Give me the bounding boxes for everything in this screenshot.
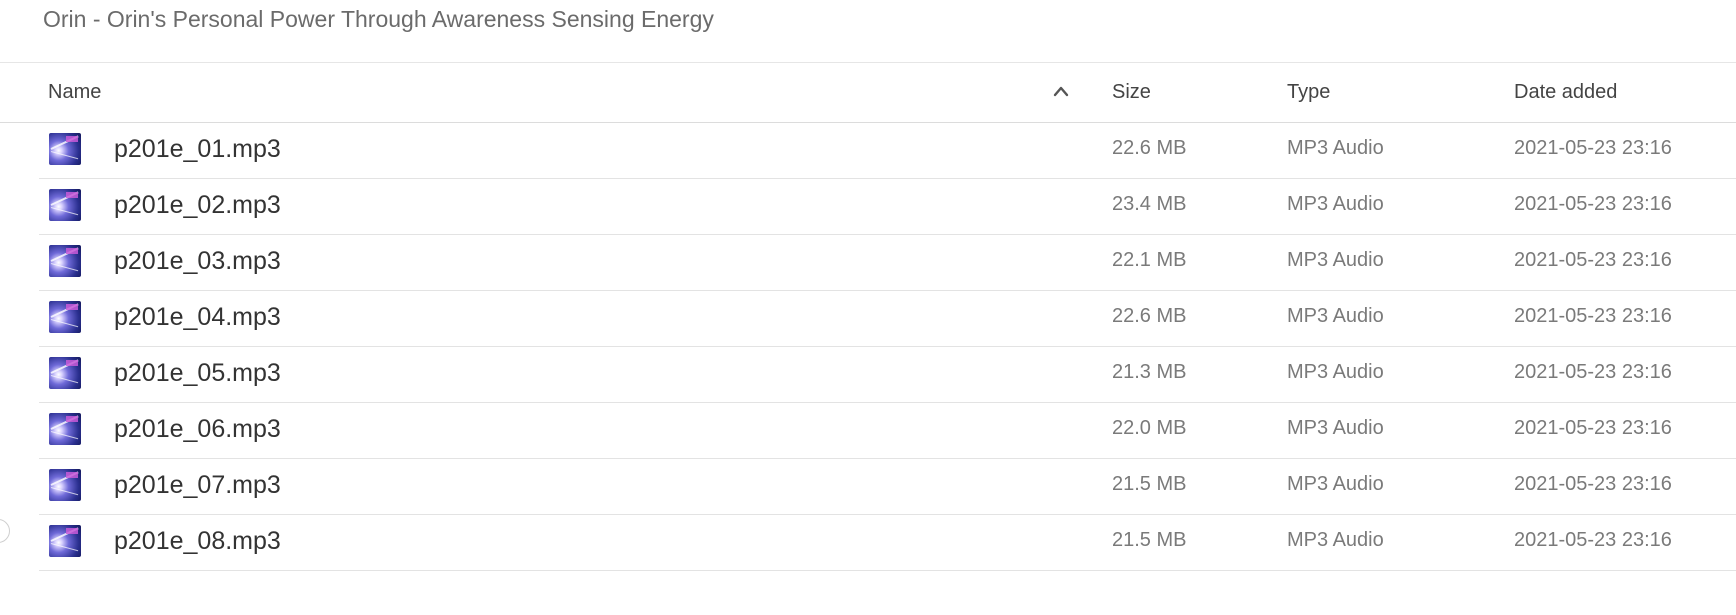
file-size: 22.6 MB: [1112, 137, 1187, 159]
table-row[interactable]: p201e_08.mp3 21.5 MB MP3 Audio 2021-05-2…: [39, 515, 1736, 571]
table-row[interactable]: p201e_02.mp3 23.4 MB MP3 Audio 2021-05-2…: [39, 179, 1736, 235]
chevron-up-icon[interactable]: [1053, 85, 1069, 97]
file-size: 22.1 MB: [1112, 249, 1187, 271]
file-size: 23.4 MB: [1112, 193, 1187, 215]
file-size: 21.5 MB: [1112, 473, 1187, 495]
file-name[interactable]: p201e_02.mp3: [114, 191, 281, 220]
column-header-size[interactable]: Size: [1112, 81, 1151, 104]
file-name[interactable]: p201e_01.mp3: [114, 135, 281, 164]
album-art-thumbnail-icon: [49, 413, 81, 445]
file-type: MP3 Audio: [1287, 137, 1384, 159]
file-size: 21.3 MB: [1112, 361, 1187, 383]
album-art-thumbnail-icon: [49, 525, 81, 557]
file-date-added: 2021-05-23 23:16: [1514, 137, 1672, 159]
file-type: MP3 Audio: [1287, 193, 1384, 215]
album-art-thumbnail-icon: [49, 245, 81, 277]
table-row[interactable]: p201e_04.mp3 22.6 MB MP3 Audio 2021-05-2…: [39, 291, 1736, 347]
file-name[interactable]: p201e_03.mp3: [114, 247, 281, 276]
file-name[interactable]: p201e_05.mp3: [114, 359, 281, 388]
file-date-added: 2021-05-23 23:16: [1514, 305, 1672, 327]
folder-title: Orin - Orin's Personal Power Through Awa…: [43, 6, 714, 32]
table-row[interactable]: p201e_01.mp3 22.6 MB MP3 Audio 2021-05-2…: [39, 123, 1736, 179]
album-art-thumbnail-icon: [49, 189, 81, 221]
table-row[interactable]: p201e_06.mp3 22.0 MB MP3 Audio 2021-05-2…: [39, 403, 1736, 459]
file-name[interactable]: p201e_06.mp3: [114, 415, 281, 444]
file-name[interactable]: p201e_07.mp3: [114, 471, 281, 500]
file-date-added: 2021-05-23 23:16: [1514, 193, 1672, 215]
file-list: p201e_01.mp3 22.6 MB MP3 Audio 2021-05-2…: [0, 123, 1736, 571]
table-header: Name Size Type Date added: [0, 63, 1736, 123]
file-size: 21.5 MB: [1112, 529, 1187, 551]
table-row[interactable]: p201e_03.mp3 22.1 MB MP3 Audio 2021-05-2…: [39, 235, 1736, 291]
file-type: MP3 Audio: [1287, 249, 1384, 271]
file-date-added: 2021-05-23 23:16: [1514, 361, 1672, 383]
file-date-added: 2021-05-23 23:16: [1514, 417, 1672, 439]
file-date-added: 2021-05-23 23:16: [1514, 529, 1672, 551]
file-type: MP3 Audio: [1287, 361, 1384, 383]
file-size: 22.0 MB: [1112, 417, 1187, 439]
file-type: MP3 Audio: [1287, 305, 1384, 327]
file-type: MP3 Audio: [1287, 473, 1384, 495]
column-header-name[interactable]: Name: [48, 81, 101, 104]
file-date-added: 2021-05-23 23:16: [1514, 249, 1672, 271]
album-art-thumbnail-icon: [49, 133, 81, 165]
file-name[interactable]: p201e_08.mp3: [114, 527, 281, 556]
file-date-added: 2021-05-23 23:16: [1514, 473, 1672, 495]
table-row[interactable]: p201e_07.mp3 21.5 MB MP3 Audio 2021-05-2…: [39, 459, 1736, 515]
file-name[interactable]: p201e_04.mp3: [114, 303, 281, 332]
column-header-date-added[interactable]: Date added: [1514, 81, 1617, 104]
file-type: MP3 Audio: [1287, 417, 1384, 439]
file-size: 22.6 MB: [1112, 305, 1187, 327]
file-type: MP3 Audio: [1287, 529, 1384, 551]
album-art-thumbnail-icon: [49, 301, 81, 333]
table-row[interactable]: p201e_05.mp3 21.3 MB MP3 Audio 2021-05-2…: [39, 347, 1736, 403]
album-art-thumbnail-icon: [49, 357, 81, 389]
album-art-thumbnail-icon: [49, 469, 81, 501]
column-header-type[interactable]: Type: [1287, 81, 1330, 104]
